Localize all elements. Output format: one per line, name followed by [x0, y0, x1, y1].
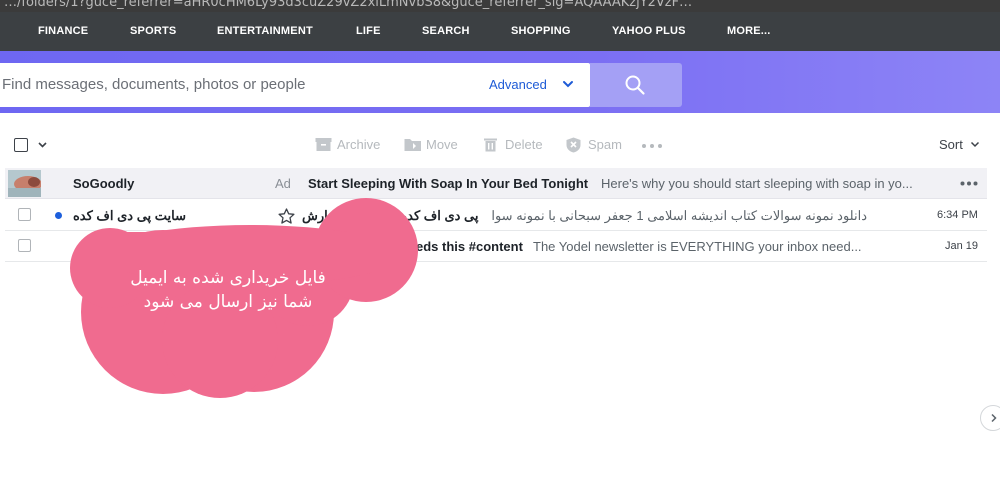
spam-label: Spam [588, 137, 622, 152]
annotation-line-2: شما نیز ارسال می شود [143, 292, 313, 312]
select-all-checkbox[interactable] [14, 138, 28, 152]
message-time: 6:34 PM [937, 209, 978, 221]
nav-search[interactable]: SEARCH [422, 12, 470, 51]
archive-button[interactable]: Archive [315, 126, 385, 164]
nav-entertainment[interactable]: ENTERTAINMENT [217, 12, 313, 51]
archive-icon [315, 138, 332, 151]
message-preview: دانلود نمونه سوالات کتاب اندیشه اسلامی 1… [492, 208, 867, 223]
spam-button[interactable]: Spam [566, 126, 626, 164]
folder-move-icon [404, 139, 421, 151]
nav-sports[interactable]: SPORTS [130, 12, 176, 51]
nav-yahoo-plus[interactable]: YAHOO PLUS [612, 12, 686, 51]
message-row[interactable]: eds this #content The Yodel newsletter i… [5, 231, 987, 262]
message-preview: The Yodel newsletter is EVERYTHING your … [533, 239, 862, 254]
message-sender: سایت پی دی اف کده [73, 208, 187, 223]
message-toolbar: Archive Move Delete Spam Sort [0, 126, 1000, 164]
message-time: Jan 19 [945, 240, 979, 252]
message-preview: Here's why you should start sleeping wit… [601, 176, 913, 191]
unread-indicator [55, 212, 62, 219]
search-placeholder: Find messages, documents, photos or peop… [2, 76, 306, 93]
message-row-ad[interactable]: SoGoodly Ad Start Sleeping With Soap In … [5, 168, 987, 199]
annotation-text: فایل خریداری شده به ایمیل شما نیز ارسال … [98, 266, 358, 314]
next-page-button[interactable] [980, 405, 1000, 431]
trash-icon [484, 138, 497, 152]
search-button[interactable] [590, 63, 682, 107]
chevron-down-icon[interactable] [561, 77, 575, 91]
search-icon [625, 75, 645, 95]
url-text: …/folders/1?guce_referrer=aHR0cHM6Ly93d3… [4, 0, 693, 10]
message-checkbox[interactable] [18, 208, 31, 221]
mail-app: …/folders/1?guce_referrer=aHR0cHM6Ly93d3… [0, 0, 1000, 500]
nav-shopping[interactable]: SHOPPING [511, 12, 571, 51]
ad-label: Ad [275, 176, 291, 191]
sort-button[interactable]: Sort [939, 126, 963, 164]
browser-url-bar[interactable]: …/folders/1?guce_referrer=aHR0cHM6Ly93d3… [0, 0, 1000, 12]
message-subject: eds this #content [416, 239, 523, 254]
archive-label: Archive [337, 137, 381, 152]
message-sender: SoGoodly [73, 176, 135, 191]
top-navigation: FINANCE SPORTS ENTERTAINMENT LIFE SEARCH… [0, 12, 1000, 51]
annotation-line-1: فایل خریداری شده به ایمیل [130, 268, 326, 288]
message-subject: پی دی اف کده | وضعیت سفارش [302, 208, 479, 223]
delete-label: Delete [505, 137, 543, 152]
message-row[interactable]: سایت پی دی اف کده پی دی اف کده | وضعیت س… [5, 200, 987, 231]
delete-button[interactable]: Delete [483, 126, 545, 164]
chevron-right-icon [991, 413, 997, 423]
nav-more[interactable]: MORE... [727, 12, 771, 51]
star-icon[interactable] [278, 208, 295, 224]
nav-life[interactable]: LIFE [356, 12, 381, 51]
more-actions-icon[interactable] [641, 143, 663, 149]
message-subject: Start Sleeping With Soap In Your Bed Ton… [308, 176, 589, 191]
message-checkbox[interactable] [18, 239, 31, 252]
move-button[interactable]: Move [404, 126, 464, 164]
chevron-down-icon[interactable] [970, 139, 980, 149]
chevron-down-icon[interactable] [37, 139, 48, 150]
nav-finance[interactable]: FINANCE [38, 12, 88, 51]
search-header: Find messages, documents, photos or peop… [0, 51, 1000, 113]
advanced-search-link[interactable]: Advanced [489, 63, 547, 107]
shield-icon [566, 137, 581, 153]
more-options-icon[interactable] [960, 181, 978, 186]
ad-thumbnail [8, 170, 41, 197]
search-input[interactable]: Find messages, documents, photos or peop… [0, 63, 590, 107]
move-label: Move [426, 137, 458, 152]
